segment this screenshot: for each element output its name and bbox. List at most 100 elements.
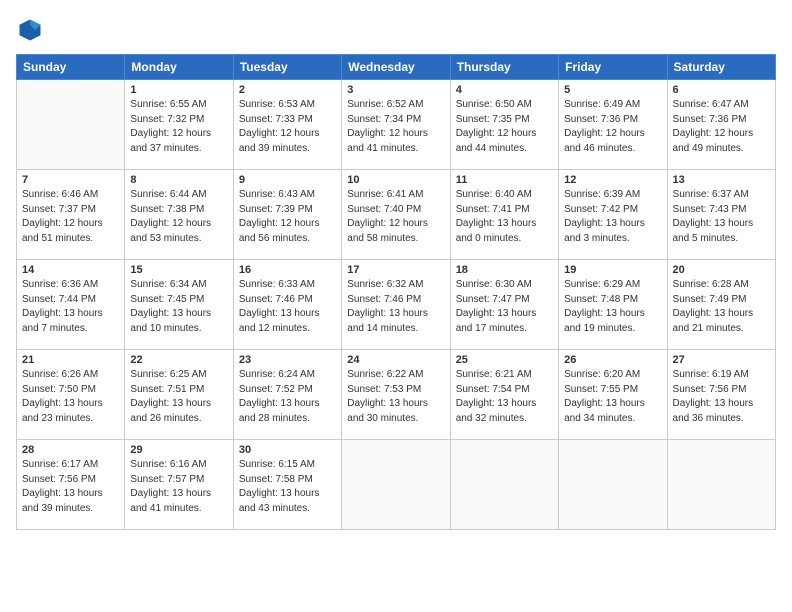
day-info: Sunrise: 6:22 AMSunset: 7:53 PMDaylight:… — [347, 368, 444, 426]
day-number: 21 — [22, 354, 119, 366]
calendar-cell: 23Sunrise: 6:24 AMSunset: 7:52 PMDayligh… — [233, 350, 341, 440]
calendar-cell — [342, 440, 450, 530]
day-header-tuesday: Tuesday — [233, 55, 341, 80]
calendar-cell: 9 Sunrise: 6:43 AMSunset: 7:39 PMDaylight… — [233, 170, 341, 260]
calendar-cell: 4 Sunrise: 6:50 AMSunset: 7:35 PMDaylight… — [450, 80, 558, 170]
calendar-cell: 11 Sunrise: 6:40 AMSunset: 7:41 PMDayligh… — [450, 170, 558, 260]
day-info: Sunrise: 6:17 AMSunset: 7:56 PMDaylight:… — [22, 458, 119, 516]
calendar-cell: 12 Sunrise: 6:39 AMSunset: 7:42 PMDayligh… — [559, 170, 667, 260]
day-info: Sunrise: 6:40 AMSunset: 7:41 PMDaylight:… — [456, 188, 553, 246]
calendar-cell: 5 Sunrise: 6:49 AMSunset: 7:36 PMDaylight… — [559, 80, 667, 170]
day-info: Sunrise: 6:37 AMSunset: 7:43 PMDaylight:… — [673, 188, 770, 246]
calendar-cell: 26 Sunrise: 6:20 AMSunset: 7:55 PMDayligh… — [559, 350, 667, 440]
calendar-cell: 20 Sunrise: 6:28 AMSunset: 7:49 PMDayligh… — [667, 260, 775, 350]
day-info: Sunrise: 6:21 AMSunset: 7:54 PMDaylight:… — [456, 368, 553, 426]
day-number: 29 — [130, 444, 227, 456]
calendar-cell: 25 Sunrise: 6:21 AMSunset: 7:54 PMDayligh… — [450, 350, 558, 440]
day-info: Sunrise: 6:53 AMSunset: 7:33 PMDaylight:… — [239, 98, 336, 156]
day-number: 17 — [347, 264, 444, 276]
calendar-cell: 24 Sunrise: 6:22 AMSunset: 7:53 PMDayligh… — [342, 350, 450, 440]
calendar-cell: 28 Sunrise: 6:17 AMSunset: 7:56 PMDayligh… — [17, 440, 125, 530]
day-info: Sunrise: 6:41 AMSunset: 7:40 PMDaylight:… — [347, 188, 444, 246]
day-number: 22 — [130, 354, 227, 366]
day-info: Sunrise: 6:50 AMSunset: 7:35 PMDaylight:… — [456, 98, 553, 156]
calendar-cell — [450, 440, 558, 530]
calendar-cell: 29Sunrise: 6:16 AMSunset: 7:57 PMDayligh… — [125, 440, 233, 530]
day-header-sunday: Sunday — [17, 55, 125, 80]
day-info: Sunrise: 6:28 AMSunset: 7:49 PMDaylight:… — [673, 278, 770, 336]
day-number: 15 — [130, 264, 227, 276]
day-info: Sunrise: 6:46 AMSunset: 7:37 PMDaylight:… — [22, 188, 119, 246]
day-header-thursday: Thursday — [450, 55, 558, 80]
day-number: 1 — [130, 84, 227, 96]
day-number: 13 — [673, 174, 770, 186]
calendar-cell: 6 Sunrise: 6:47 AMSunset: 7:36 PMDaylight… — [667, 80, 775, 170]
calendar-cell: 17 Sunrise: 6:32 AMSunset: 7:46 PMDayligh… — [342, 260, 450, 350]
page-header — [16, 16, 776, 44]
calendar-cell: 18Sunrise: 6:30 AMSunset: 7:47 PMDayligh… — [450, 260, 558, 350]
day-info: Sunrise: 6:36 AMSunset: 7:44 PMDaylight:… — [22, 278, 119, 336]
day-number: 7 — [22, 174, 119, 186]
day-number: 26 — [564, 354, 661, 366]
calendar-cell: 3Sunrise: 6:52 AMSunset: 7:34 PMDaylight… — [342, 80, 450, 170]
week-row-1: 1 Sunrise: 6:55 AMSunset: 7:32 PMDaylight… — [17, 80, 776, 170]
day-info: Sunrise: 6:19 AMSunset: 7:56 PMDaylight:… — [673, 368, 770, 426]
calendar-cell: 15 Sunrise: 6:34 AMSunset: 7:45 PMDayligh… — [125, 260, 233, 350]
day-number: 27 — [673, 354, 770, 366]
calendar-cell — [559, 440, 667, 530]
calendar-cell: 27 Sunrise: 6:19 AMSunset: 7:56 PMDayligh… — [667, 350, 775, 440]
day-number: 19 — [564, 264, 661, 276]
day-info: Sunrise: 6:15 AMSunset: 7:58 PMDaylight:… — [239, 458, 336, 516]
day-info: Sunrise: 6:29 AMSunset: 7:48 PMDaylight:… — [564, 278, 661, 336]
calendar-table: SundayMondayTuesdayWednesdayThursdayFrid… — [16, 54, 776, 530]
day-number: 24 — [347, 354, 444, 366]
day-number: 2 — [239, 84, 336, 96]
day-header-friday: Friday — [559, 55, 667, 80]
day-info: Sunrise: 6:43 AMSunset: 7:39 PMDaylight:… — [239, 188, 336, 246]
logo-icon — [16, 16, 44, 44]
calendar-cell — [667, 440, 775, 530]
day-header-wednesday: Wednesday — [342, 55, 450, 80]
calendar-cell: 21 Sunrise: 6:26 AMSunset: 7:50 PMDayligh… — [17, 350, 125, 440]
day-number: 8 — [130, 174, 227, 186]
day-header-monday: Monday — [125, 55, 233, 80]
day-info: Sunrise: 6:26 AMSunset: 7:50 PMDaylight:… — [22, 368, 119, 426]
logo — [16, 16, 48, 44]
day-number: 4 — [456, 84, 553, 96]
calendar-cell: 19 Sunrise: 6:29 AMSunset: 7:48 PMDayligh… — [559, 260, 667, 350]
day-info: Sunrise: 6:55 AMSunset: 7:32 PMDaylight:… — [130, 98, 227, 156]
calendar-cell: 10 Sunrise: 6:41 AMSunset: 7:40 PMDayligh… — [342, 170, 450, 260]
day-number: 9 — [239, 174, 336, 186]
week-row-4: 21 Sunrise: 6:26 AMSunset: 7:50 PMDayligh… — [17, 350, 776, 440]
day-info: Sunrise: 6:20 AMSunset: 7:55 PMDaylight:… — [564, 368, 661, 426]
day-number: 12 — [564, 174, 661, 186]
day-number: 5 — [564, 84, 661, 96]
calendar-cell: 14Sunrise: 6:36 AMSunset: 7:44 PMDayligh… — [17, 260, 125, 350]
day-info: Sunrise: 6:25 AMSunset: 7:51 PMDaylight:… — [130, 368, 227, 426]
week-row-5: 28 Sunrise: 6:17 AMSunset: 7:56 PMDayligh… — [17, 440, 776, 530]
day-number: 6 — [673, 84, 770, 96]
calendar-cell: 16Sunrise: 6:33 AMSunset: 7:46 PMDayligh… — [233, 260, 341, 350]
day-info: Sunrise: 6:47 AMSunset: 7:36 PMDaylight:… — [673, 98, 770, 156]
day-number: 28 — [22, 444, 119, 456]
calendar-cell: 1 Sunrise: 6:55 AMSunset: 7:32 PMDaylight… — [125, 80, 233, 170]
day-number: 23 — [239, 354, 336, 366]
day-header-saturday: Saturday — [667, 55, 775, 80]
calendar-cell: 13 Sunrise: 6:37 AMSunset: 7:43 PMDayligh… — [667, 170, 775, 260]
day-info: Sunrise: 6:39 AMSunset: 7:42 PMDaylight:… — [564, 188, 661, 246]
week-row-3: 14Sunrise: 6:36 AMSunset: 7:44 PMDayligh… — [17, 260, 776, 350]
calendar-cell: 7 Sunrise: 6:46 AMSunset: 7:37 PMDaylight… — [17, 170, 125, 260]
calendar-cell: 30Sunrise: 6:15 AMSunset: 7:58 PMDayligh… — [233, 440, 341, 530]
day-info: Sunrise: 6:49 AMSunset: 7:36 PMDaylight:… — [564, 98, 661, 156]
calendar-cell — [17, 80, 125, 170]
day-number: 20 — [673, 264, 770, 276]
day-info: Sunrise: 6:52 AMSunset: 7:34 PMDaylight:… — [347, 98, 444, 156]
day-info: Sunrise: 6:34 AMSunset: 7:45 PMDaylight:… — [130, 278, 227, 336]
day-info: Sunrise: 6:32 AMSunset: 7:46 PMDaylight:… — [347, 278, 444, 336]
day-info: Sunrise: 6:33 AMSunset: 7:46 PMDaylight:… — [239, 278, 336, 336]
day-number: 10 — [347, 174, 444, 186]
day-number: 25 — [456, 354, 553, 366]
day-headers-row: SundayMondayTuesdayWednesdayThursdayFrid… — [17, 55, 776, 80]
day-info: Sunrise: 6:44 AMSunset: 7:38 PMDaylight:… — [130, 188, 227, 246]
day-number: 11 — [456, 174, 553, 186]
